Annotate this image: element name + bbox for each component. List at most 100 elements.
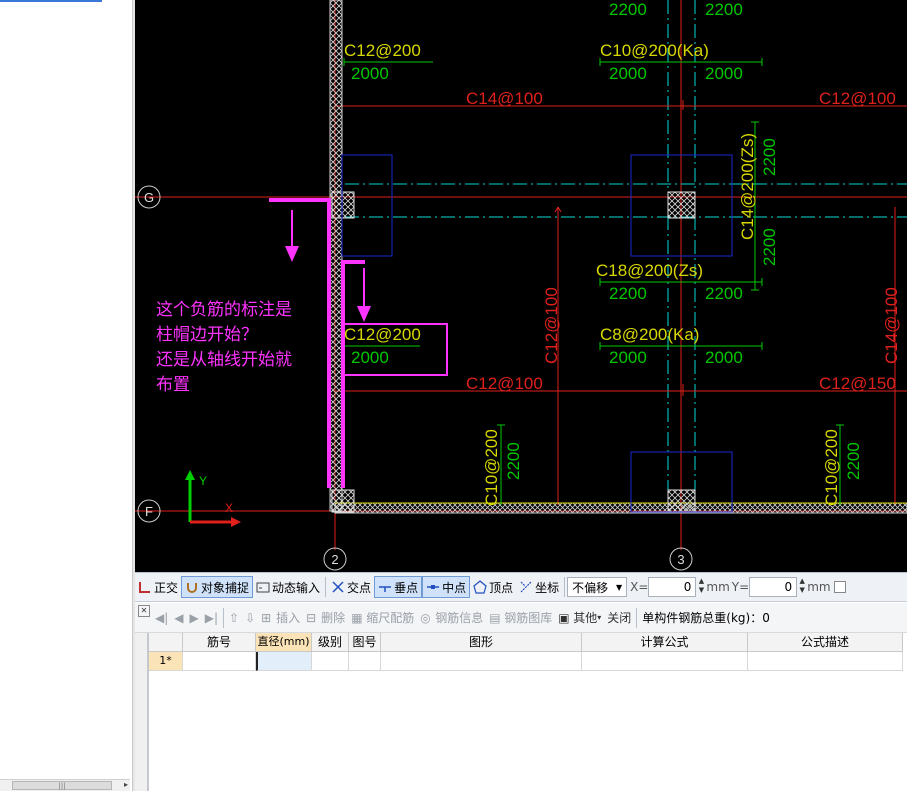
table-cell-shape-no[interactable] <box>349 652 381 671</box>
left-panel-accent <box>0 0 102 2</box>
dim-2200-b: 2200 <box>705 0 743 19</box>
perpendicular-label: 垂点 <box>394 580 419 595</box>
label-c18-200-zs: C18@200(Zs) <box>596 261 703 280</box>
snap-toolbar: 正交 对象捕捉 动态输入 交点 垂点 中点 顶点 坐标 不偏移 ▼ X= 0 ▲… <box>135 572 907 602</box>
label-c12-100-b: C12@100 <box>466 374 543 393</box>
left-panel-scrollbar[interactable]: ||| ▸ <box>0 779 130 791</box>
left-panel: ||| ▸ <box>0 0 132 791</box>
intersection-label: 交点 <box>347 580 372 595</box>
scale-rebar-label: 缩尺配筋 <box>366 611 415 625</box>
ortho-icon <box>138 580 152 594</box>
table-cell-shape[interactable] <box>381 652 582 671</box>
offset-dropdown[interactable]: 不偏移 ▼ <box>567 577 628 597</box>
scrollbar-grip-icon: ||| <box>58 782 66 790</box>
dim-2200-v2: 2200 <box>760 228 779 266</box>
column-f3 <box>667 489 696 513</box>
rebar-library-button[interactable]: ▤ 钢筋图库 <box>486 609 555 626</box>
perpendicular-snap-button[interactable]: 垂点 <box>374 576 423 598</box>
annotation-arrow-1 <box>285 246 299 262</box>
ucs-y-label: Y <box>199 474 207 488</box>
scale-rebar-button[interactable]: ▦ 缩尺配筋 <box>348 609 417 626</box>
label-c12-100-v: C12@100 <box>542 287 561 364</box>
last-record-icon[interactable]: ▶| <box>202 611 221 625</box>
delete-label: 删除 <box>321 611 346 625</box>
dim-2000-e: 2000 <box>609 348 647 367</box>
delete-button[interactable]: ⊟ 删除 <box>303 609 348 626</box>
rebar-info-label: 钢筋信息 <box>435 611 484 625</box>
vertex-icon <box>473 580 487 594</box>
col-header-shape-no[interactable]: 图号 <box>349 633 381 652</box>
scroll-right-icon[interactable]: ▸ <box>124 780 128 789</box>
insert-icon: ⊞ <box>261 611 272 625</box>
row-index-cell[interactable]: 1* <box>149 652 183 671</box>
insert-button[interactable]: ⊞ 插入 <box>258 609 303 626</box>
chevron-down-icon: ▾ <box>597 613 602 622</box>
scrollbar-thumb[interactable]: ||| <box>12 781 112 790</box>
y-coord-label: Y= <box>731 580 750 594</box>
table-cell-grade[interactable] <box>312 652 349 671</box>
table-cell-diameter[interactable] <box>256 652 312 671</box>
dim-2200-v1: 2200 <box>760 138 779 176</box>
y-unit-label: mm <box>807 580 831 594</box>
midpoint-snap-button[interactable]: 中点 <box>422 576 471 598</box>
rebar-info-button[interactable]: ◎ 钢筋信息 <box>417 609 486 626</box>
col-header-diameter[interactable]: 直径(mm) <box>256 633 312 652</box>
object-snap-button[interactable]: 对象捕捉 <box>181 576 254 598</box>
x-coord-input[interactable]: 0 <box>648 577 697 597</box>
other-menu-icon: ▣ <box>558 611 570 625</box>
intersection-icon <box>331 580 345 594</box>
midpoint-icon <box>426 580 440 594</box>
table-cell-formula-desc[interactable] <box>748 652 903 671</box>
col-header-bar-no[interactable]: 筋号 <box>183 633 256 652</box>
next-record-icon[interactable]: ▶ <box>187 611 202 625</box>
dim-2200-a: 2200 <box>609 0 647 19</box>
y-coord-spinner[interactable]: ▲ ▼ <box>797 577 807 597</box>
close-panel-icon[interactable]: ✕ <box>138 605 150 617</box>
other-menu-button[interactable]: ▣ 其他 ▾ <box>555 609 604 626</box>
rebar-library-label: 钢筋图库 <box>504 611 553 625</box>
wall-vertical <box>329 0 343 512</box>
close-button[interactable]: 关闭 <box>604 609 634 626</box>
table-cell-bar-no[interactable] <box>183 652 256 671</box>
ucs-x-label: X <box>225 501 233 515</box>
rebar-library-icon: ▤ <box>489 611 501 625</box>
coordinate-snap-button[interactable]: 坐标 <box>516 576 562 598</box>
label-c12-200-top: C12@200 <box>344 41 421 60</box>
y-coord-input[interactable]: 0 <box>749 577 798 597</box>
snap-magnet-icon <box>185 580 199 594</box>
label-c12-100-a: C12@100 <box>819 89 896 108</box>
lock-checkbox[interactable] <box>833 581 846 593</box>
dynamic-input-button[interactable]: 动态输入 <box>253 576 323 598</box>
x-coord-spinner[interactable]: ▲ ▼ <box>696 577 706 597</box>
x-unit-label: mm <box>706 580 730 594</box>
col-header-shape[interactable]: 图形 <box>381 633 582 652</box>
insert-label: 插入 <box>276 611 301 625</box>
move-down-icon[interactable]: ⇩ <box>242 611 258 625</box>
label-c10-200-v2: C10@200 <box>822 429 841 506</box>
table-cell-formula[interactable] <box>582 652 748 671</box>
other-menu-label: 其他 <box>573 611 598 625</box>
col-header-formula[interactable]: 计算公式 <box>582 633 748 652</box>
label-c12-200-mid: C12@200 <box>344 325 421 344</box>
object-snap-label: 对象捕捉 <box>201 580 250 595</box>
midpoint-label: 中点 <box>442 580 467 595</box>
first-record-icon[interactable]: ◀︎| <box>152 611 171 625</box>
ortho-button[interactable]: 正交 <box>135 576 181 598</box>
coordinate-icon <box>519 580 533 594</box>
rebar-info-icon: ◎ <box>420 611 431 625</box>
intersection-snap-button[interactable]: 交点 <box>328 576 374 598</box>
vertex-snap-button[interactable]: 顶点 <box>470 576 516 598</box>
annotation-question-text: 这个负筋的标注是 柱帽边开始？ 还是从轴线开始就 布置 <box>156 300 292 395</box>
col-header-grade[interactable]: 级别 <box>312 633 349 652</box>
perpendicular-icon <box>378 580 392 594</box>
cad-canvas[interactable]: G F 2 3 Y X C12@200 2000 C10@200(Ka) 200… <box>135 0 907 572</box>
annotation-arrow-2 <box>357 306 371 322</box>
prev-record-icon[interactable]: ◀ <box>171 611 186 625</box>
label-c14-100-v: C14@100 <box>882 287 901 364</box>
col-header-formula-desc[interactable]: 公式描述 <box>748 633 903 652</box>
dynamic-input-icon <box>256 580 270 594</box>
move-up-icon[interactable]: ⇧ <box>226 611 242 625</box>
axis-label-f: F <box>145 504 153 519</box>
label-c8-200-ka: C8@200(Ka) <box>600 325 699 344</box>
offset-dropdown-value: 不偏移 <box>572 580 609 595</box>
